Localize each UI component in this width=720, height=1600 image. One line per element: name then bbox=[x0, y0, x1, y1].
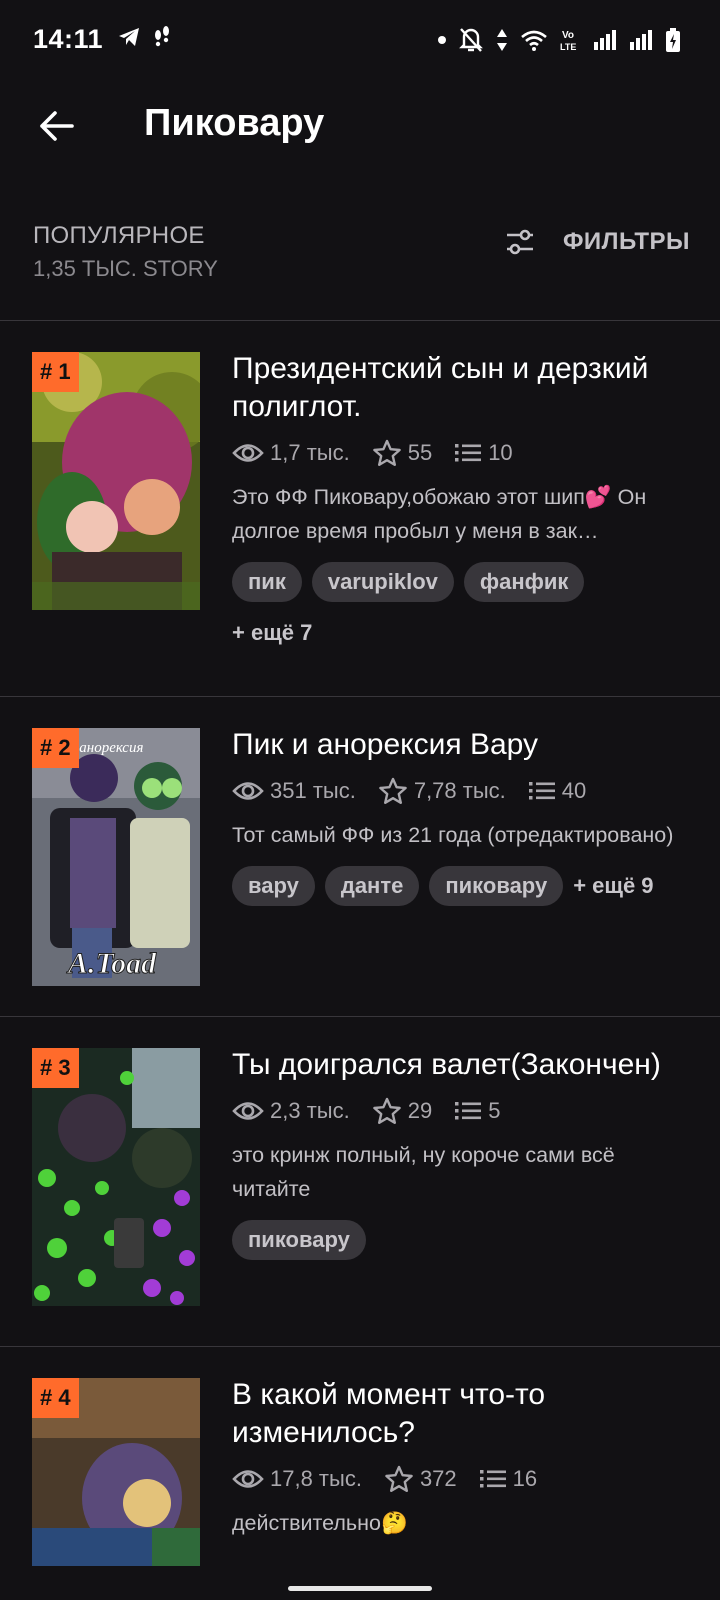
story-item[interactable]: # 4 В какой момент что-то изменилось? 17… bbox=[0, 1346, 720, 1566]
rank-badge: # 4 bbox=[32, 1378, 79, 1418]
story-item[interactable]: # 3 Ты доигрался валет(Закончен) 2,3 тыс… bbox=[0, 1016, 720, 1346]
app-bar: Пиковару bbox=[0, 80, 720, 170]
tag-chip[interactable]: пик bbox=[232, 562, 302, 602]
tag-chip[interactable]: данте bbox=[324, 866, 420, 906]
list-icon bbox=[479, 1470, 506, 1488]
list-icon bbox=[455, 1102, 482, 1120]
star-icon bbox=[372, 439, 401, 466]
star-icon bbox=[379, 777, 407, 804]
signal-1-icon bbox=[594, 30, 618, 50]
story-title[interactable]: Ты доигрался валет(Закончен) bbox=[232, 1046, 692, 1084]
views-count: 17,8 тыс. bbox=[270, 1466, 362, 1491]
parts-count: 40 bbox=[561, 778, 587, 803]
status-time: 14:11 bbox=[33, 24, 104, 54]
story-title[interactable]: Пик и анорексия Вару bbox=[232, 726, 692, 764]
eye-icon bbox=[232, 444, 264, 462]
eye-icon bbox=[232, 782, 264, 800]
story-cover[interactable]: и анорексия A.Toad # 2 bbox=[32, 728, 200, 986]
votes-count: 372 bbox=[419, 1466, 457, 1491]
svg-text:и анорексия: и анорексия bbox=[68, 740, 143, 756]
rank-badge: # 1 bbox=[32, 352, 79, 392]
tag-chip[interactable]: varupiklov bbox=[311, 562, 454, 602]
list-header: ПОПУЛЯРНОЕ 1,35 ТЫС. STORY ФИЛЬТРЫ bbox=[0, 210, 720, 320]
steps-icon bbox=[152, 26, 172, 53]
story-cover[interactable]: # 4 bbox=[32, 1378, 200, 1566]
list-icon bbox=[455, 444, 482, 462]
more-tags-button[interactable]: + ещё 9 bbox=[573, 873, 653, 899]
story-cover[interactable]: # 1 bbox=[32, 352, 200, 610]
bell-off-icon bbox=[458, 26, 484, 54]
story-item[interactable]: и анорексия A.Toad # 2 Пик и анорексия В… bbox=[0, 696, 720, 1016]
story-count: 1,35 ТЫС. STORY bbox=[33, 256, 218, 281]
signal-2-icon bbox=[630, 30, 654, 50]
story-title[interactable]: В какой момент что-то изменилось? bbox=[232, 1376, 692, 1452]
gesture-nav-handle[interactable] bbox=[288, 1586, 432, 1591]
story-title[interactable]: Президентский сын и дерзкий полиглот. bbox=[232, 350, 692, 426]
star-icon bbox=[372, 1097, 401, 1124]
svg-text:Vo: Vo bbox=[562, 30, 574, 41]
tag-list: пик varupiklov фанфик bbox=[232, 562, 692, 602]
eye-icon bbox=[232, 1470, 264, 1488]
rank-badge: # 2 bbox=[32, 728, 79, 768]
svg-text:A.Toad: A.Toad bbox=[66, 947, 157, 980]
tag-chip[interactable]: фанфик bbox=[463, 562, 585, 602]
telegram-icon bbox=[118, 27, 140, 52]
story-description: Тот самый ФФ из 21 года (отредактировано… bbox=[232, 823, 674, 847]
parts-count: 16 bbox=[512, 1466, 538, 1491]
votes-count: 29 bbox=[407, 1098, 433, 1123]
back-button[interactable] bbox=[30, 100, 82, 152]
parts-count: 5 bbox=[488, 1098, 501, 1123]
tag-chip[interactable]: пиковару bbox=[429, 866, 564, 906]
battery-charging-icon bbox=[666, 28, 680, 52]
list-icon bbox=[528, 782, 555, 800]
rank-badge: # 3 bbox=[32, 1048, 79, 1088]
data-arrows-icon bbox=[496, 28, 508, 52]
status-bar: 14:11 Vo LTE bbox=[0, 0, 720, 80]
story-cover[interactable]: # 3 bbox=[32, 1048, 200, 1306]
dot-icon bbox=[438, 36, 446, 44]
story-description: Это ФФ Пиковару,обожаю этот шип💕 Он долг… bbox=[232, 485, 647, 543]
star-icon bbox=[385, 1465, 413, 1492]
filters-label: ФИЛЬТРЫ bbox=[562, 228, 690, 255]
tag-chip[interactable]: пиковару bbox=[232, 1220, 366, 1260]
volte-icon: Vo LTE bbox=[560, 28, 582, 52]
tag-chip[interactable]: вару bbox=[232, 866, 315, 906]
eye-icon bbox=[232, 1102, 264, 1120]
views-count: 1,7 тыс. bbox=[270, 440, 350, 465]
sliders-icon bbox=[506, 229, 533, 255]
story-description: это кринж полный, ну короче сами всё чит… bbox=[232, 1143, 615, 1201]
votes-count: 55 bbox=[407, 440, 433, 465]
story-description: действительно🤔 bbox=[232, 1511, 408, 1535]
views-count: 351 тыс. bbox=[270, 778, 356, 803]
sort-label[interactable]: ПОПУЛЯРНОЕ bbox=[33, 222, 205, 250]
filters-button[interactable]: ФИЛЬТРЫ bbox=[505, 228, 690, 256]
story-item[interactable]: # 1 Президентский сын и дерзкий полиглот… bbox=[0, 320, 720, 696]
parts-count: 10 bbox=[488, 440, 513, 465]
arrow-left-icon bbox=[40, 111, 74, 141]
page-title: Пиковару bbox=[144, 102, 325, 144]
wifi-icon bbox=[520, 29, 548, 51]
votes-count: 7,78 тыс. bbox=[413, 778, 506, 803]
views-count: 2,3 тыс. bbox=[270, 1098, 350, 1123]
svg-text:LTE: LTE bbox=[560, 42, 576, 52]
tag-list: пиковару bbox=[232, 1220, 692, 1260]
tag-list: вару данте пиковару + ещё 9 bbox=[232, 866, 692, 906]
more-tags-button[interactable]: + ещё 7 bbox=[232, 620, 692, 646]
